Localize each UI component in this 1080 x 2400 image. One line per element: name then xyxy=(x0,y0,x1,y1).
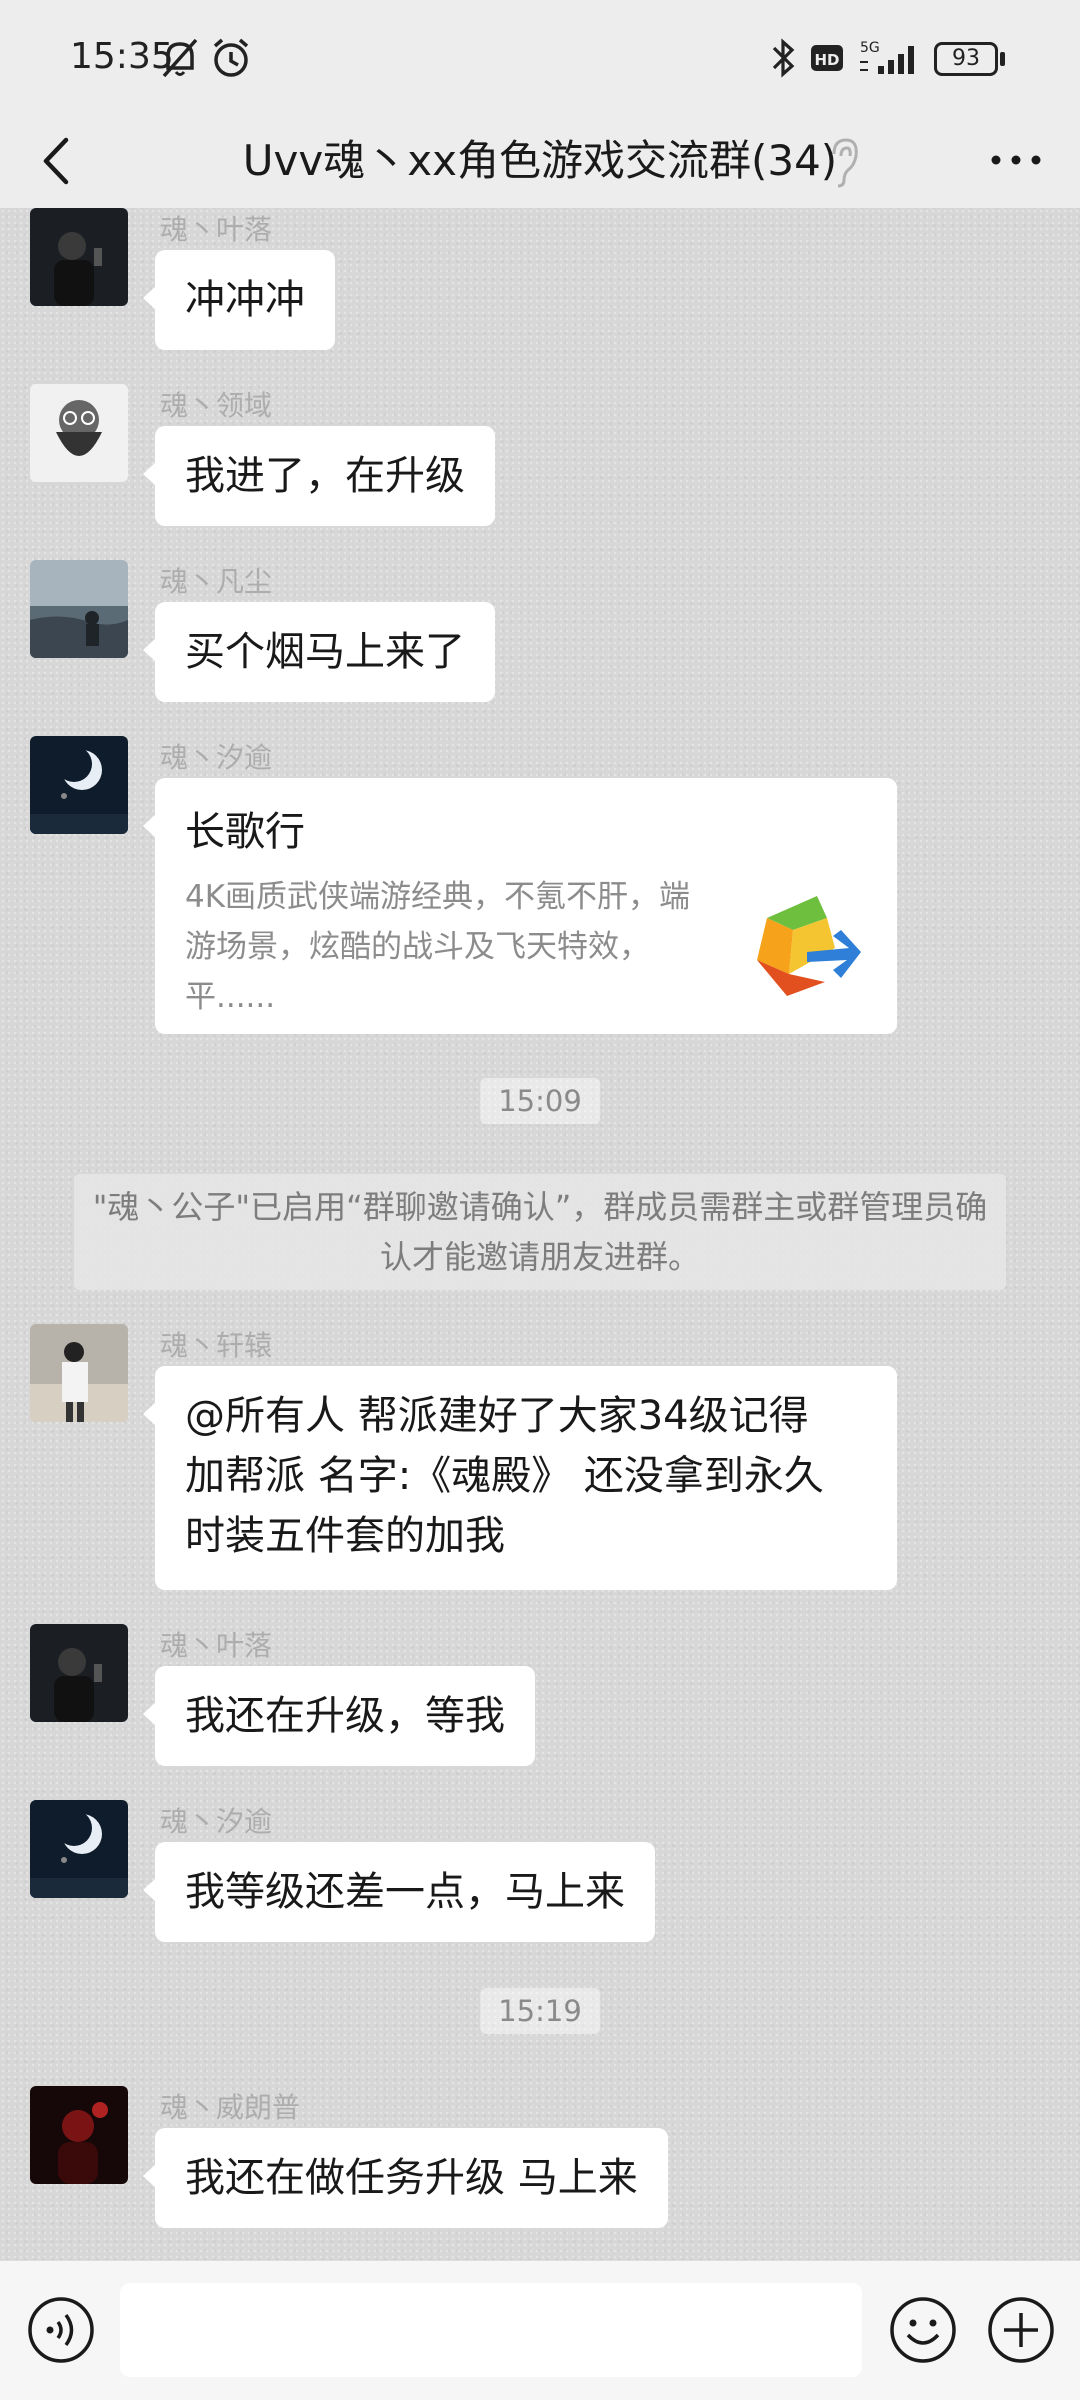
message-bubble[interactable]: 我进了，在升级 xyxy=(143,426,495,526)
avatar[interactable] xyxy=(30,208,128,306)
avatar[interactable] xyxy=(30,560,128,658)
message-bubble[interactable]: 买个烟马上来了 xyxy=(143,602,495,702)
message-text: 我还在升级，等我 xyxy=(185,1693,505,1739)
timestamp: 15:09 xyxy=(480,1078,600,1124)
sender-name: 魂丶叶落 xyxy=(160,213,273,246)
message-bubble[interactable]: 冲冲冲 xyxy=(143,250,335,350)
avatar[interactable] xyxy=(30,1800,128,1898)
input-bar xyxy=(0,2260,1080,2400)
sender-name: 魂丶轩辕 xyxy=(160,1329,273,1362)
signal-5g-icon: 5G xyxy=(860,40,914,74)
sender-name: 魂丶凡尘 xyxy=(160,565,273,598)
message-text: 我等级还差一点，马上来 xyxy=(185,1869,625,1915)
sender-name: 魂丶汐逾 xyxy=(160,741,273,774)
message-text: 我还在做任务升级 马上来 xyxy=(185,2155,638,2201)
link-card[interactable]: 长歌行 4K画质武侠端游经典，不氪不肝，端游场景，炫酷的战斗及飞天特效，平...… xyxy=(143,778,897,1034)
message-line: 加帮派 名字:《魂殿》 还没拿到永久 xyxy=(185,1453,824,1499)
hd-badge-icon: HD xyxy=(811,45,843,71)
battery-icon: 93 xyxy=(934,42,1005,76)
svg-text:HD: HD xyxy=(814,51,839,69)
sender-name: 魂丶汐逾 xyxy=(160,1805,273,1838)
avatar[interactable] xyxy=(30,2086,128,2184)
message-bubble[interactable]: 我还在升级，等我 xyxy=(143,1666,535,1766)
bluetooth-icon xyxy=(772,38,795,78)
message-bubble[interactable]: 我还在做任务升级 马上来 xyxy=(143,2128,668,2228)
message-text: 冲冲冲 xyxy=(185,277,305,323)
chat-title: Uvv魂丶xx角色游戏交流群(34) xyxy=(242,136,838,185)
message-line: 时装五件套的加我 xyxy=(185,1513,505,1559)
voice-input-icon[interactable] xyxy=(26,2295,96,2365)
mute-bell-icon xyxy=(162,38,198,78)
avatar[interactable] xyxy=(30,1624,128,1722)
message-text: 买个烟马上来了 xyxy=(185,629,465,675)
tencent-games-logo-icon xyxy=(757,896,861,996)
system-message: "魂丶公子"已启用“群聊邀请确认”，群成员需群主或群管理员确认才能邀请朋友进群。 xyxy=(74,1174,1006,1290)
avatar[interactable] xyxy=(30,384,128,482)
alarm-clock-icon xyxy=(213,38,249,77)
card-description: 4K画质武侠端游经典，不氪不肝，端游场景，炫酷的战斗及飞天特效，平...... xyxy=(185,879,691,1015)
message-text: 我进了，在升级 xyxy=(185,453,465,499)
avatar[interactable] xyxy=(30,1324,128,1422)
earpiece-mode-icon xyxy=(832,138,858,188)
sender-name: 魂丶叶落 xyxy=(160,1629,273,1662)
battery-level: 93 xyxy=(952,46,980,71)
message-line: @所有人 帮派建好了大家34级记得 xyxy=(185,1393,809,1439)
title-bar: Uvv魂丶xx角色游戏交流群(34) xyxy=(0,118,1080,208)
avatar[interactable] xyxy=(30,736,128,834)
timestamp: 15:19 xyxy=(480,1988,600,2034)
top-bar: 15:35 HD 5G 93 Uvv魂丶xx角色游戏交流群(34) xyxy=(0,0,1080,208)
emoji-icon[interactable] xyxy=(888,2295,958,2365)
back-arrow-icon[interactable] xyxy=(24,126,94,196)
message-bubble[interactable]: @所有人 帮派建好了大家34级记得 加帮派 名字:《魂殿》 还没拿到永久 时装五… xyxy=(143,1366,897,1590)
more-options-icon[interactable] xyxy=(986,128,1046,188)
message-input[interactable] xyxy=(120,2283,862,2377)
sender-name: 魂丶领域 xyxy=(160,389,273,422)
sender-name: 魂丶威朗普 xyxy=(160,2091,301,2124)
svg-text:5G: 5G xyxy=(860,40,880,56)
card-title: 长歌行 xyxy=(185,809,305,855)
status-bar: 15:35 HD 5G 93 xyxy=(0,0,1080,118)
chat-area[interactable]: 魂丶叶落 冲冲冲 魂丶领域 我进了，在升级 魂丶凡尘 买个烟马上来了 魂丶汐逾 … xyxy=(0,208,1080,2260)
message-bubble[interactable]: 我等级还差一点，马上来 xyxy=(143,1842,655,1942)
plus-more-icon[interactable] xyxy=(986,2295,1056,2365)
status-time: 15:35 xyxy=(70,36,174,77)
